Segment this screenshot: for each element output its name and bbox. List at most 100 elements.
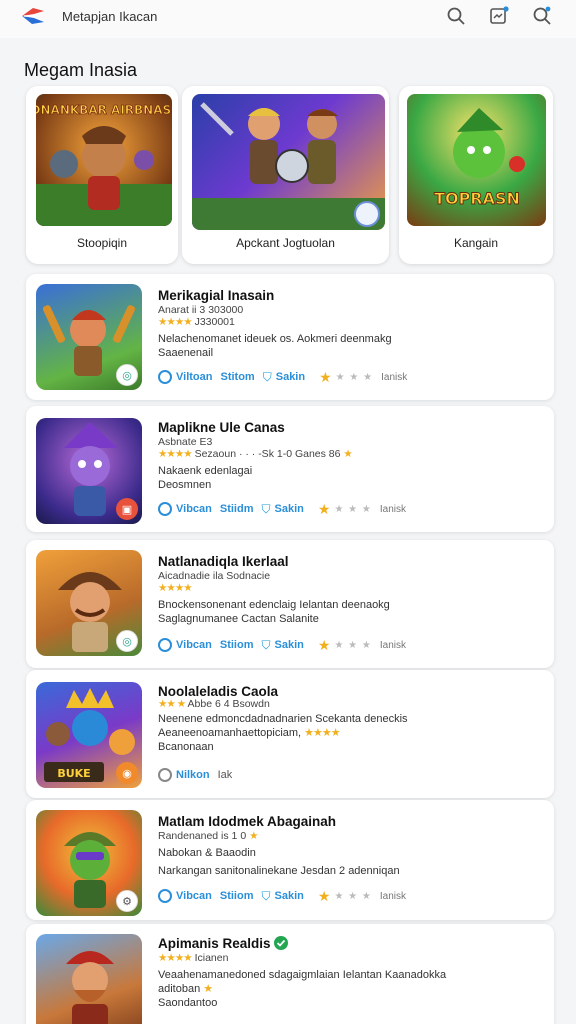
game-title: Natlanadiqla Ikerlaal — [158, 554, 289, 569]
rating-stars: ★★★★ — [158, 582, 193, 594]
action-tail: Ianisk — [379, 890, 407, 902]
art-title: TDNANKBAR AIRBNASIN — [36, 103, 172, 117]
view-icon[interactable] — [158, 768, 172, 782]
shield-icon: ⛉ — [262, 369, 272, 384]
featured-label: Apckant Jogtuolan — [236, 236, 335, 250]
action-tail: Ianisk — [379, 503, 407, 515]
top-bar: Metapjan Ikacan — [0, 0, 576, 38]
game-thumbnail — [36, 934, 142, 1024]
game-art: TDNANKBAR AIRBNASIN — [36, 94, 172, 226]
rating-stars: ★★★★ — [158, 448, 193, 460]
action-link-a[interactable]: Vibcan — [176, 639, 212, 651]
game-meta: Aicadnadie ila Sodnacie — [158, 570, 271, 582]
action-link-b[interactable]: Iak — [218, 769, 233, 781]
game-rating: ★★★★ Sezaoun · · · -Sk 1-0 Ganes 86 ★ — [158, 448, 353, 460]
action-link-b[interactable]: Stitom — [220, 371, 254, 383]
action-row: Vibcan Stiiom ⛉ Sakin ★ ★ ★ ★ Ianisk — [158, 636, 406, 654]
game-thumbnail: ⚙ — [36, 810, 142, 916]
rating-stars-faint: ★ ★ ★ — [335, 371, 374, 383]
badge-icon: ◎ — [116, 364, 138, 386]
action-link-c[interactable]: Sakin — [275, 890, 304, 902]
logo-icon[interactable] — [20, 5, 46, 27]
game-thumbnail: ◎ — [36, 550, 142, 656]
list-item[interactable]: ◎ Merikagial Inasain Anarat ii 3 303000 … — [26, 274, 554, 400]
list-item[interactable]: ▣ Maplikne Ule Canas Asbnate E3 ★★★★ Sez… — [26, 406, 554, 532]
message-icon[interactable] — [489, 6, 509, 26]
star-icon[interactable]: ★ — [318, 637, 331, 654]
view-icon[interactable] — [158, 370, 172, 384]
game-meta: ★★ ★ Abbe 6 4 Bsowdn — [158, 698, 270, 710]
action-tail: Ianisk — [381, 371, 408, 383]
list-item[interactable]: BUKE ◉ Noolaleladis Caola ★★ ★ Abbe 6 4 … — [26, 670, 554, 798]
action-link-b[interactable]: Stiiom — [220, 639, 254, 651]
view-icon[interactable] — [158, 889, 172, 903]
action-tail: Ianisk — [379, 639, 407, 651]
action-link-a[interactable]: Vibcan — [176, 503, 212, 515]
rating-stars: ★★★★ — [158, 952, 193, 964]
art-title: TOPRASN — [434, 189, 520, 208]
action-link-b[interactable]: Stiidm — [220, 503, 254, 515]
game-title: Maplikne Ule Canas — [158, 420, 285, 435]
action-row: Vibcan Stiidm ⛉ Sakin ★ ★ ★ ★ Ianisk — [158, 500, 406, 518]
search-icon[interactable] — [532, 6, 552, 26]
shield-icon: ⛉ — [261, 637, 271, 652]
action-row: Viltoan Stitom ⛉ Sakin ★ ★ ★ ★ Ianisk — [158, 368, 407, 386]
verified-icon — [274, 936, 289, 950]
game-meta: Anarat ii 3 303000 — [158, 304, 244, 316]
game-thumbnail: ◎ — [36, 284, 142, 390]
featured-card[interactable]: TOPRASN Kangain — [399, 86, 553, 264]
game-description: Nabokan & Baaodin Narkangan sanitonaline… — [158, 847, 400, 877]
action-row: Vibcan Stiiom ⛉ Sakin ★ ★ ★ ★ Ianisk — [158, 887, 406, 905]
game-description: Veaahenamanedoned sdagaigmlaian Ielantan… — [158, 969, 447, 1009]
game-description: Nelachenomanet ideuek os. Aokmeri deenma… — [158, 333, 392, 359]
game-title: Matlam Idodmek Abagainah — [158, 814, 337, 829]
featured-card[interactable]: TDNANKBAR AIRBNASIN Stoopiqin — [26, 86, 178, 264]
star-icon[interactable]: ★ — [319, 369, 332, 386]
app-title: Metapjan Ikacan — [62, 9, 158, 24]
list-item[interactable]: ◎ Natlanadiqla Ikerlaal Aicadnadie ila S… — [26, 540, 554, 668]
shield-icon: ⛉ — [261, 501, 271, 516]
featured-label: Stoopiqin — [76, 236, 128, 250]
game-art: TOPRASN — [407, 94, 546, 226]
badge-icon: ◉ — [116, 762, 138, 784]
game-description: Neenene edmoncdadnadnarien Scekanta dene… — [158, 713, 408, 753]
featured-card[interactable]: Apckant Jogtuolan — [182, 86, 389, 264]
action-link-b[interactable]: Stiiom — [220, 890, 254, 902]
game-meta: Randenaned is 1 0 ★ — [158, 830, 259, 842]
action-link-c[interactable]: Sakin — [275, 503, 304, 515]
badge-icon: ▣ — [116, 498, 138, 520]
game-title: Noolaleladis Caola — [158, 684, 279, 699]
list-item[interactable]: Apimanis Realdis ★★★★ Icianen Veaahenama… — [26, 924, 554, 1024]
game-description: Nakaenk edenlagai Deosmnen — [158, 465, 253, 491]
shield-icon: ⛉ — [261, 888, 271, 903]
art-title: BUKE — [57, 767, 90, 780]
view-icon[interactable] — [158, 638, 172, 652]
list-item[interactable]: ⚙ Matlam Idodmek Abagainah Randenaned is… — [26, 800, 554, 920]
action-link-c[interactable]: Sakin — [276, 371, 305, 383]
rating-stars-faint: ★ ★ ★ — [334, 503, 372, 515]
game-thumbnail: ▣ — [36, 418, 142, 524]
section-title: Megam Inasia — [24, 60, 138, 80]
badge-icon: ◎ — [116, 630, 138, 652]
action-link-a[interactable]: Viltoan — [176, 371, 212, 383]
search-icon[interactable] — [446, 6, 466, 26]
shield-icon — [354, 201, 380, 227]
game-description: Bnockensonenant edenclaig Ielantan deena… — [158, 599, 390, 625]
rating-stars: ★★★★ — [158, 316, 193, 328]
featured-label: Kangain — [453, 236, 499, 250]
rating-stars-faint: ★ ★ ★ — [334, 890, 372, 902]
action-link-a[interactable]: Nilkon — [176, 769, 210, 781]
game-art — [192, 94, 385, 230]
action-link-a[interactable]: Vibcan — [176, 890, 212, 902]
badge-icon: ⚙ — [116, 890, 138, 912]
star-icon[interactable]: ★ — [318, 888, 331, 905]
game-thumbnail: BUKE ◉ — [36, 682, 142, 788]
star-icon[interactable]: ★ — [318, 501, 331, 518]
game-rating: ★★★★ J330001 — [158, 316, 235, 328]
action-link-c[interactable]: Sakin — [275, 639, 304, 651]
game-meta: Asbnate E3 — [158, 436, 213, 448]
rating-stars-faint: ★ ★ ★ — [334, 639, 372, 651]
game-title: Merikagial Inasain — [158, 288, 275, 303]
game-meta: ★★★★ Icianen — [158, 952, 229, 964]
view-icon[interactable] — [158, 502, 172, 516]
